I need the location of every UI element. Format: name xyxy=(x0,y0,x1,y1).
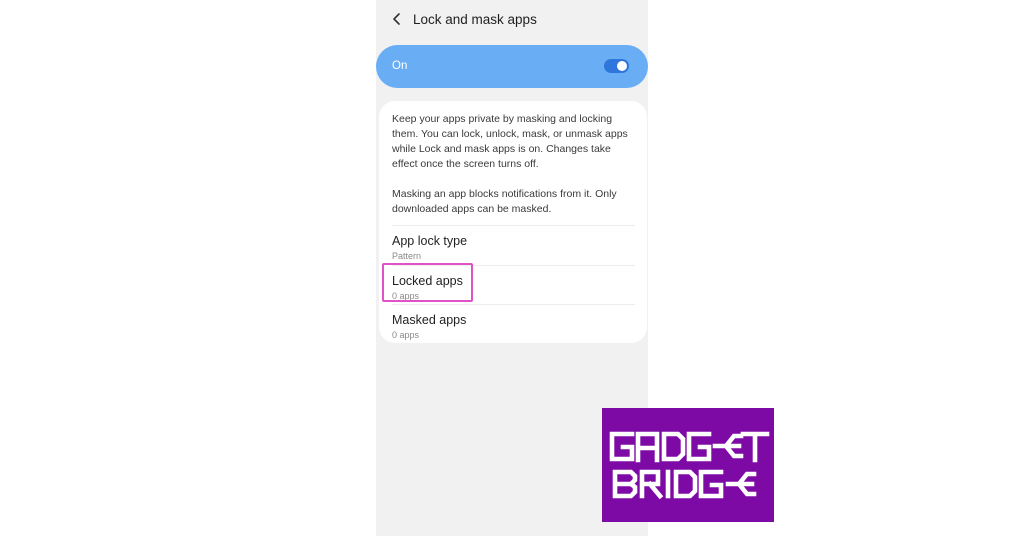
setting-item-value: Pattern xyxy=(392,251,422,261)
master-switch-bar[interactable]: On xyxy=(376,45,648,88)
setting-item-masked-apps[interactable]: Masked apps 0 apps xyxy=(379,305,647,343)
setting-item-title: Masked apps xyxy=(392,313,467,327)
master-switch-label: On xyxy=(392,60,408,72)
toggle-knob xyxy=(617,61,627,71)
info-text-masking: Masking an app blocks notifications from… xyxy=(392,188,617,215)
setting-item-title: App lock type xyxy=(392,234,468,248)
setting-item-app-lock-type[interactable]: App lock type Pattern xyxy=(379,226,647,264)
page-title: Lock and mask apps xyxy=(413,12,537,27)
info-text-privacy: Keep your apps private by masking and lo… xyxy=(392,113,628,170)
back-button[interactable] xyxy=(386,8,408,30)
app-bar: Lock and mask apps xyxy=(376,0,648,40)
highlight-box xyxy=(382,263,473,302)
gadget-bridge-logo xyxy=(602,408,774,522)
setting-item-value: 0 apps xyxy=(392,330,420,340)
settings-card: Keep your apps private by masking and lo… xyxy=(379,101,647,343)
chevron-left-icon xyxy=(393,13,400,25)
gadget-bridge-logo-mark xyxy=(609,431,770,500)
master-toggle[interactable] xyxy=(604,59,629,73)
